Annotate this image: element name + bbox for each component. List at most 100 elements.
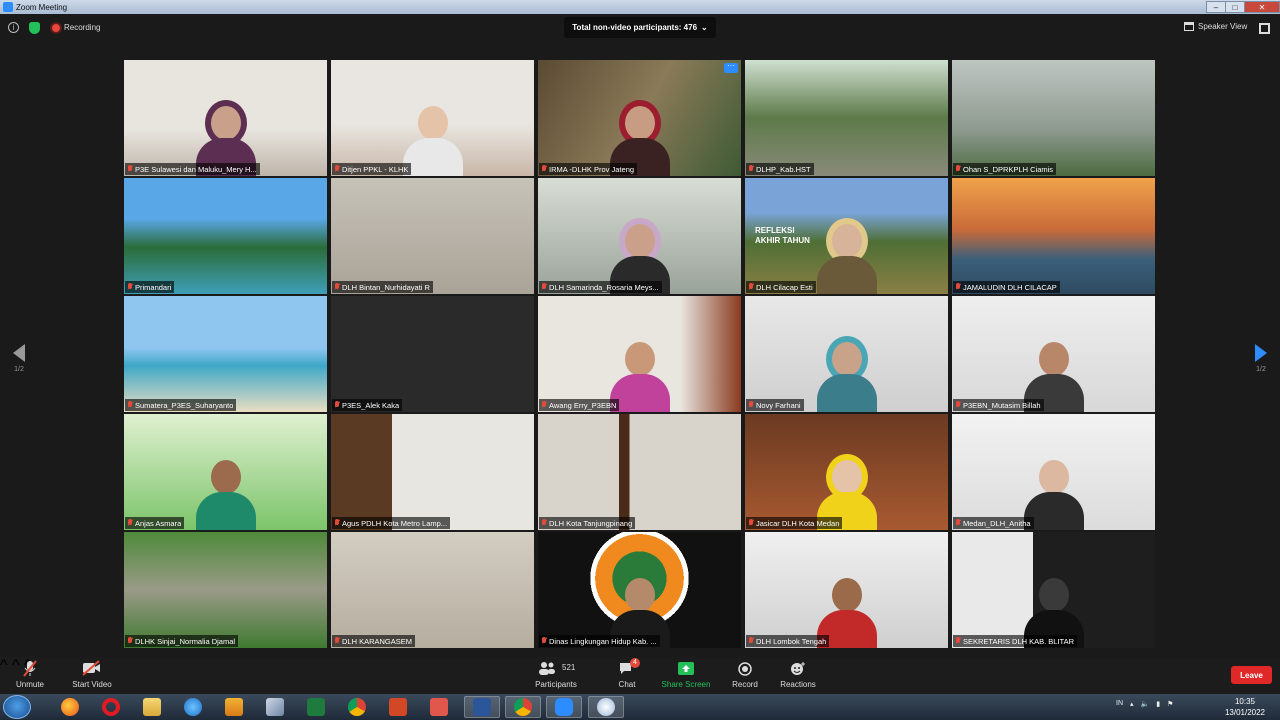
participant-name-tag: P3E Sulawesi dan Maluku_Mery H... [125, 163, 260, 175]
participant-tile[interactable]: Anjas Asmara [124, 414, 327, 530]
participant-tile[interactable]: Jasicar DLH Kota Medan [745, 414, 948, 530]
participant-tile[interactable]: Medan_DLH_Anitha [952, 414, 1155, 530]
close-button[interactable]: ✕ [1244, 1, 1280, 13]
participant-silhouette [402, 106, 463, 176]
participant-name: Anjas Asmara [135, 518, 182, 528]
next-page-button[interactable]: 1/2 [1246, 344, 1276, 373]
taskbar-paint[interactable] [588, 696, 624, 718]
taskbar-zoom[interactable] [546, 696, 582, 718]
participant-tile[interactable]: DLH Bintan_Nurhidayati R [331, 178, 534, 294]
record-button[interactable]: Record [726, 660, 764, 689]
taskbar-pdf[interactable] [421, 696, 457, 718]
chat-button[interactable]: 4 Chat [608, 658, 646, 689]
page-indicator-right: 1/2 [1256, 366, 1266, 373]
participant-name: DLH KARANGASEM [342, 636, 413, 646]
participant-tile[interactable]: SEKRETARIS DLH KAB. BLITAR [952, 532, 1155, 648]
participant-tile[interactable]: DLH KARANGASEM [331, 532, 534, 648]
taskbar-clock[interactable]: 10:35 13/01/2022 [1222, 696, 1268, 718]
participants-button[interactable]: 521 Participants [530, 660, 582, 689]
participant-name-tag: DLHP_Kab.HST [746, 163, 814, 175]
participant-name: DLH Cilacap Esti [756, 282, 813, 292]
video-stage: 1/2 P3E Sulawesi dan Maluku_Mery H... Dit… [0, 42, 1280, 657]
participant-tile[interactable]: JAMALUDIN DLH CILACAP [952, 178, 1155, 294]
participant-name: DLH Samarinda_Rosaria Meys... [549, 282, 659, 292]
participant-silhouette [816, 342, 877, 412]
participant-tile[interactable]: DLH Kota Tanjungpinang [538, 414, 741, 530]
taskbar-powerpoint[interactable] [380, 696, 416, 718]
reactions-button[interactable]: Reactions [776, 660, 820, 689]
participant-name: P3ES_Alek Kaka [342, 400, 400, 410]
participant-name: DLH Bintan_Nurhidayati R [342, 282, 430, 292]
participant-tile[interactable]: Sumatera_P3ES_Suharyanto [124, 296, 327, 412]
participant-tile[interactable]: Ditjen PPKL - KLHK [331, 60, 534, 176]
tile-more-options-button[interactable]: ··· [724, 62, 738, 73]
taskbar-word[interactable] [464, 696, 500, 718]
page-indicator-left: 1/2 [14, 366, 24, 373]
participant-tile[interactable]: Awang Erry_P3EBN [538, 296, 741, 412]
taskbar-opera[interactable] [93, 696, 129, 718]
fullscreen-icon[interactable] [1259, 23, 1270, 34]
participant-tile[interactable]: DLHP_Kab.HST [745, 60, 948, 176]
video-feed [124, 532, 327, 648]
language-indicator[interactable]: IN [1116, 700, 1123, 708]
volume-icon[interactable]: 🔈 [1141, 700, 1150, 708]
participant-tile[interactable]: Novy Farhani [745, 296, 948, 412]
participant-tile[interactable]: ··· IRMA -DLHK Prov Jateng [538, 60, 741, 176]
participant-tile[interactable]: REFLEKSI AKHIR TAHUN DLH Cilacap Esti [745, 178, 948, 294]
participant-name-tag: IRMA -DLHK Prov Jateng [539, 163, 638, 175]
participant-name: Medan_DLH_Anitha [963, 518, 1031, 528]
mic-muted-icon [127, 519, 133, 527]
participant-tile[interactable]: DLHK Sinjai_Normalia Djamal [124, 532, 327, 648]
tray-arrow-icon[interactable]: ▴ [1130, 700, 1134, 708]
participant-name: Primandari [135, 282, 172, 292]
participant-name-tag: SEKRETARIS DLH KAB. BLITAR [953, 635, 1078, 647]
previous-page-button[interactable]: 1/2 [4, 344, 34, 373]
participant-tile[interactable]: Agus PDLH Kota Metro Lamp... [331, 414, 534, 530]
flag-icon[interactable]: ⚑ [1167, 700, 1173, 708]
participant-tile[interactable]: P3ES_Alek Kaka [331, 296, 534, 412]
security-shield-icon[interactable] [29, 22, 40, 34]
mic-muted-icon [541, 165, 547, 173]
mic-muted-icon [334, 283, 340, 291]
participant-name-tag: DLH Bintan_Nurhidayati R [332, 281, 433, 293]
non-video-participants-label: Total non-video participants: 476 [572, 23, 698, 32]
share-screen-button[interactable]: Share Screen [658, 660, 714, 689]
taskbar-app-pen[interactable] [257, 696, 293, 718]
info-icon[interactable]: i [8, 22, 19, 33]
network-icon[interactable]: ▮ [1156, 700, 1160, 708]
taskbar-excel[interactable] [298, 696, 334, 718]
audio-options-caret[interactable]: ^ [0, 657, 8, 674]
taskbar-chrome-2[interactable] [505, 696, 541, 718]
start-video-button[interactable]: Start Video [68, 660, 116, 689]
participant-name: Awang Erry_P3EBN [549, 400, 617, 410]
leave-button[interactable]: Leave [1231, 666, 1272, 684]
participant-tile[interactable]: P3E Sulawesi dan Maluku_Mery H... [124, 60, 327, 176]
reactions-smiley-icon [776, 660, 820, 678]
minimize-button[interactable]: – [1206, 1, 1226, 13]
participant-name: Novy Farhani [756, 400, 801, 410]
unmute-button[interactable]: Unmute [10, 660, 50, 689]
participant-tile[interactable]: DLH Lombok Tengah [745, 532, 948, 648]
taskbar-chrome[interactable] [339, 696, 375, 718]
participant-tile[interactable]: P3EBN_Mutasim Billah [952, 296, 1155, 412]
window-controls: – □ ✕ [1206, 1, 1280, 13]
taskbar-explorer[interactable] [134, 696, 170, 718]
video-feed [331, 296, 534, 412]
participant-name-tag: DLHK Sinjai_Normalia Djamal [125, 635, 239, 647]
folder-icon [143, 698, 161, 716]
maximize-button[interactable]: □ [1225, 1, 1245, 13]
participant-tile[interactable]: DLH Samarinda_Rosaria Meys... [538, 178, 741, 294]
record-label: Record [732, 680, 758, 689]
participant-tile[interactable]: Dinas Lingkungan Hidup Kab. ... [538, 532, 741, 648]
taskbar-firefox[interactable] [52, 696, 88, 718]
speaker-view-button[interactable]: Speaker View [1184, 22, 1247, 31]
participant-tile[interactable]: Ohan S_DPRKPLH Ciamis [952, 60, 1155, 176]
mic-muted-icon [541, 283, 547, 291]
taskbar-media-player[interactable] [216, 696, 252, 718]
windows-start-button[interactable] [3, 695, 31, 719]
non-video-participants-dropdown[interactable]: Total non-video participants: 476 ⌄ [564, 17, 716, 38]
participant-tile[interactable]: Primandari [124, 178, 327, 294]
participant-name-tag: Primandari [125, 281, 175, 293]
taskbar-ie[interactable] [175, 696, 211, 718]
participant-name: IRMA -DLHK Prov Jateng [549, 164, 635, 174]
